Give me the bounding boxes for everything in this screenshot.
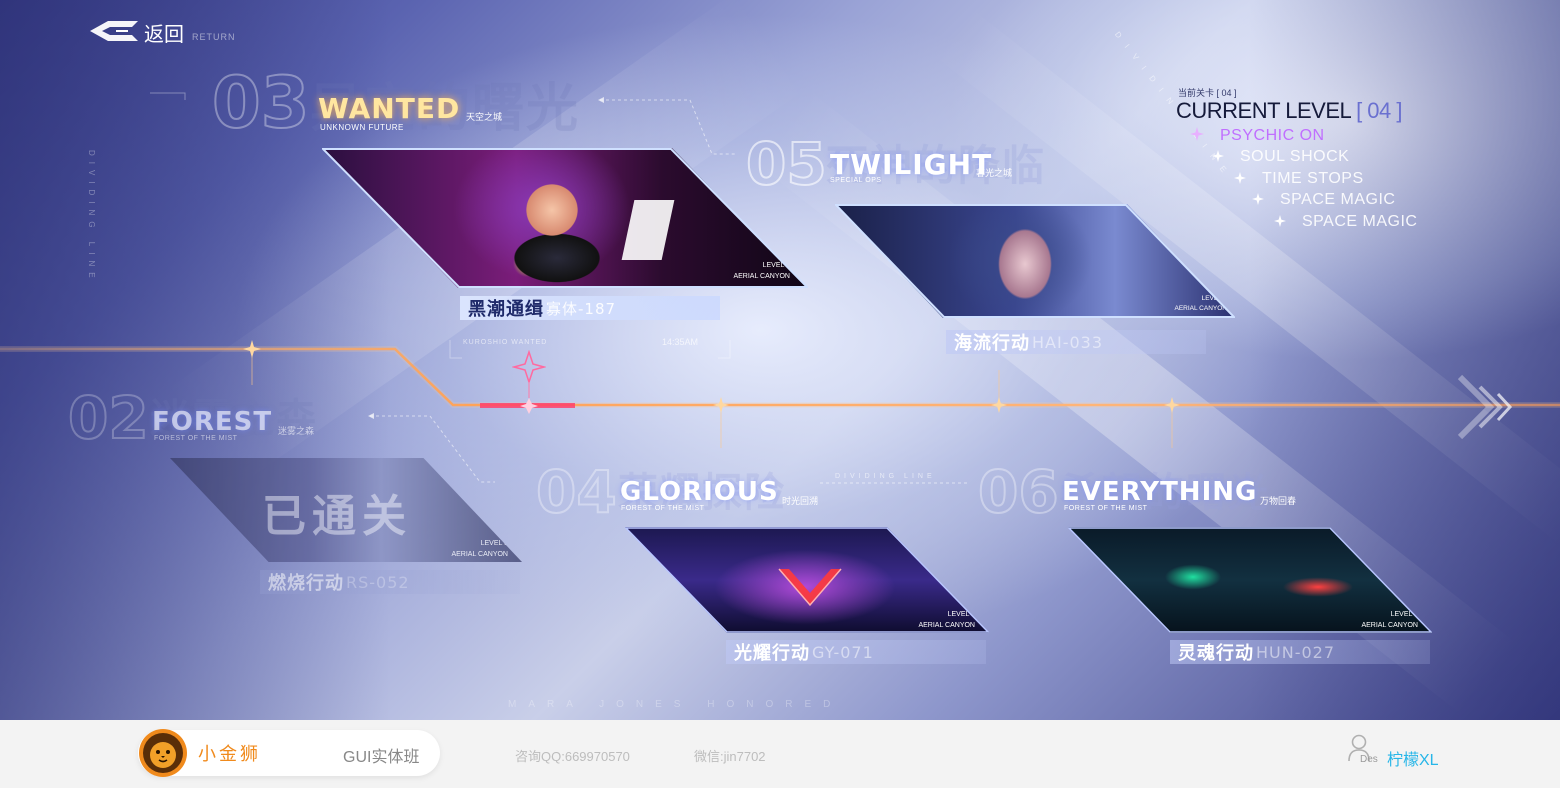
- level-nameplate[interactable]: 光耀行动 GY-071: [726, 640, 986, 664]
- level-subtitle: SPECIAL OPS: [830, 177, 882, 184]
- level-number: LEVEL 3: [480, 540, 508, 547]
- level-nameplate[interactable]: 海流行动 HAI-033: [946, 330, 1206, 354]
- level-number-ghost: 02: [67, 383, 150, 453]
- level-title-cn: 天空之城: [466, 112, 503, 122]
- level-title-cn: 万物回春: [1260, 496, 1297, 506]
- level-number-ghost: 05: [745, 129, 828, 199]
- level-name: 燃烧行动: [268, 573, 344, 593]
- current-level-title-text: CURRENT LEVEL: [1176, 98, 1351, 123]
- level-subtitle: FOREST OF THE MIST: [621, 505, 705, 512]
- user-name: 柠檬XL: [1387, 752, 1439, 769]
- menu-item-psychic-on[interactable]: PSYCHIC ON: [1190, 127, 1325, 145]
- level-code: HAI-033: [1032, 332, 1104, 352]
- level-name: 黑潮通缉: [468, 299, 544, 319]
- level-code: RS-052: [346, 572, 410, 592]
- level-title-cn: 暮光之城: [976, 168, 1013, 178]
- star-icon: [1274, 215, 1286, 227]
- level-card-meta: LEVEL 3 AERIAL CANYON: [451, 538, 508, 560]
- level-subtitle: FOREST OF THE MIST: [1064, 505, 1148, 512]
- star-icon: [1252, 193, 1264, 205]
- level-number: LEVEL 4: [762, 262, 790, 269]
- level-name: 海流行动: [954, 333, 1030, 353]
- level-caption: KUROSHIO WANTED: [463, 339, 548, 346]
- level-nameplate[interactable]: 灵魂行动 HUN-027: [1170, 640, 1430, 664]
- level-number-ghost: 03: [211, 61, 310, 145]
- level-title: FOREST: [152, 407, 273, 437]
- menu-item-time-stops[interactable]: TIME STOPS: [1234, 170, 1364, 188]
- level-name: 光耀行动: [734, 643, 810, 663]
- level-number: LEVEL 6: [1390, 611, 1418, 618]
- menu-item-label: SPACE MAGIC: [1302, 213, 1418, 230]
- contact-wechat: 微信:jin7702: [694, 749, 766, 764]
- level-area: AERIAL CANYON: [918, 622, 975, 629]
- neon-v-icon: [778, 568, 842, 607]
- level-subtitle: UNKNOWN FUTURE: [320, 123, 404, 132]
- level-nameplate[interactable]: 燃烧行动 RS-052: [260, 570, 520, 594]
- level-card-meta: LEVEL 4 AERIAL CANYON: [733, 260, 790, 282]
- level-number-ghost: 06: [977, 457, 1060, 527]
- level-number: LEVEL 6: [947, 611, 975, 618]
- menu-item-label: SOUL SHOCK: [1240, 148, 1350, 165]
- level-code: GY-071: [812, 642, 874, 662]
- menu-item-space-magic-2[interactable]: SPACE MAGIC: [1274, 213, 1417, 231]
- level-title: EVERYTHING: [1062, 477, 1258, 507]
- menu-item-space-magic[interactable]: SPACE MAGIC: [1252, 191, 1395, 209]
- level-code: HUN-027: [1256, 642, 1336, 662]
- active-star-icon: [1190, 127, 1204, 141]
- lion-logo-icon: [139, 729, 187, 777]
- course-name: GUI实体班: [343, 749, 420, 766]
- cleared-stamp: 已通关: [262, 492, 412, 541]
- user-profile[interactable]: Des 柠檬XL: [1346, 734, 1446, 774]
- current-level-bracket: [ 04 ]: [1356, 98, 1402, 123]
- menu-item-label: TIME STOPS: [1262, 170, 1364, 187]
- contact-qq: 咨询QQ:669970570: [515, 749, 630, 764]
- level-card-meta: LEVEL 6 AERIAL CANYON: [1361, 609, 1418, 631]
- footer-bar: 小金狮 GUI实体班 咨询QQ:669970570 微信:jin7702 Des…: [0, 720, 1560, 788]
- level-area: AERIAL CANYON: [451, 551, 508, 558]
- star-icon: [1234, 172, 1246, 184]
- level-title: WANTED: [318, 92, 461, 125]
- level-area: AERIAL CANYON: [1174, 305, 1228, 312]
- level-title-cn: 时光回溯: [782, 496, 819, 506]
- level-code: 寡体-187: [546, 299, 617, 318]
- level-name: 灵魂行动: [1178, 643, 1254, 663]
- brand-pill[interactable]: 小金狮 GUI实体班: [138, 729, 440, 777]
- level-title: GLORIOUS: [620, 477, 779, 507]
- level-time: 14:35AM: [662, 337, 699, 347]
- current-level-title: CURRENT LEVEL [ 04 ]: [1176, 98, 1402, 124]
- level-card-meta: LEVEL 6 AERIAL CANYON: [918, 609, 975, 631]
- level-area: AERIAL CANYON: [1361, 622, 1418, 629]
- level-nameplate[interactable]: 黑潮通缉 寡体-187: [460, 296, 720, 320]
- user-tag: Des: [1360, 754, 1378, 765]
- level-number-ghost: 04: [535, 457, 618, 527]
- menu-item-label: PSYCHIC ON: [1220, 127, 1325, 144]
- level-area: AERIAL CANYON: [733, 273, 790, 280]
- star-icon: [1212, 150, 1224, 162]
- menu-item-label: SPACE MAGIC: [1280, 191, 1396, 208]
- menu-item-soul-shock[interactable]: SOUL SHOCK: [1212, 148, 1349, 166]
- brand-name: 小金狮: [198, 744, 261, 764]
- level-subtitle: FOREST OF THE MIST: [154, 435, 238, 442]
- level-title-cn: 迷雾之森: [278, 426, 315, 436]
- level-select-screen: DIVIDING LINE DIVIDING LINE DIVIDING LIN…: [0, 0, 1560, 720]
